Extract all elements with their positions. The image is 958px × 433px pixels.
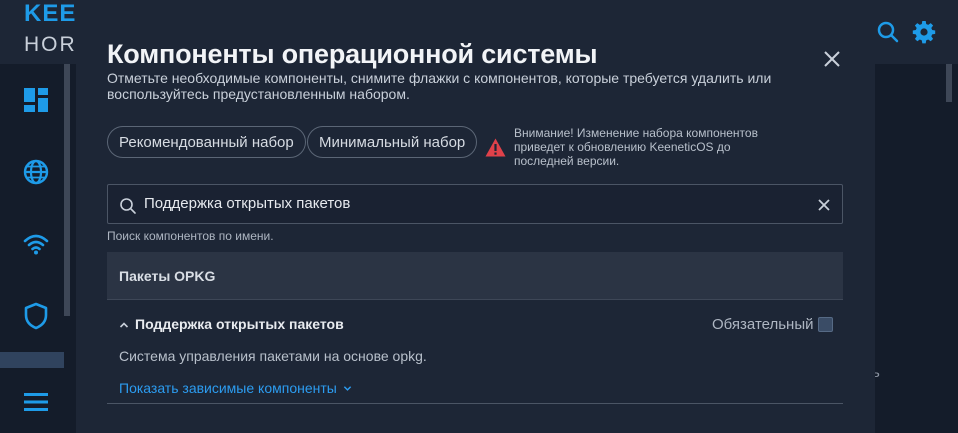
dialog-title: Компоненты операционной системы: [107, 39, 598, 69]
search-icon[interactable]: [876, 20, 900, 44]
component-search[interactable]: [107, 184, 843, 224]
components-dialog: Компоненты операционной системы Отметьте…: [76, 0, 875, 433]
close-icon[interactable]: [822, 49, 842, 69]
minimal-preset-button[interactable]: Минимальный набор: [307, 126, 478, 158]
gear-icon[interactable]: [912, 20, 936, 44]
search-input[interactable]: [144, 185, 804, 223]
required-label: Обязательный: [712, 316, 814, 333]
shield-icon[interactable]: [22, 302, 50, 330]
clear-search-icon[interactable]: [816, 197, 832, 213]
brand-logo-subtitle: HOR: [24, 33, 77, 56]
sidebar: [0, 64, 72, 433]
show-dependencies-link[interactable]: Показать зависимые компоненты: [119, 380, 352, 396]
wifi-icon[interactable]: [22, 230, 50, 258]
search-hint: Поиск компонентов по имени.: [107, 229, 274, 243]
warning-icon: [485, 138, 506, 157]
component-description: Система управления пакетами на основе op…: [119, 348, 427, 364]
recommended-preset-button[interactable]: Рекомендованный набор: [107, 126, 306, 158]
component-name[interactable]: Поддержка открытых пакетов: [135, 316, 344, 332]
sidebar-scrollbar[interactable]: [64, 64, 70, 316]
content-scrollbar[interactable]: [946, 64, 952, 102]
dialog-description: Отметьте необходимые компоненты, снимите…: [107, 70, 772, 102]
search-icon: [120, 198, 136, 214]
show-dependencies-label: Показать зависимые компоненты: [119, 380, 337, 396]
globe-icon[interactable]: [22, 158, 50, 186]
component-row: Поддержка открытых пакетов Обязательный …: [107, 300, 843, 404]
group-title: Пакеты OPKG: [119, 268, 216, 284]
brand-logo: KEE: [24, 0, 77, 27]
group-header: Пакеты OPKG: [107, 252, 843, 300]
chevron-up-icon[interactable]: [119, 320, 129, 330]
chevron-down-icon: [343, 385, 352, 391]
dashboard-icon[interactable]: [22, 86, 50, 114]
update-warning: Внимание! Изменение набора компонентов п…: [514, 126, 758, 168]
sidebar-active-indicator: [0, 352, 64, 368]
menu-icon[interactable]: [22, 388, 50, 416]
component-checkbox[interactable]: [818, 317, 833, 332]
